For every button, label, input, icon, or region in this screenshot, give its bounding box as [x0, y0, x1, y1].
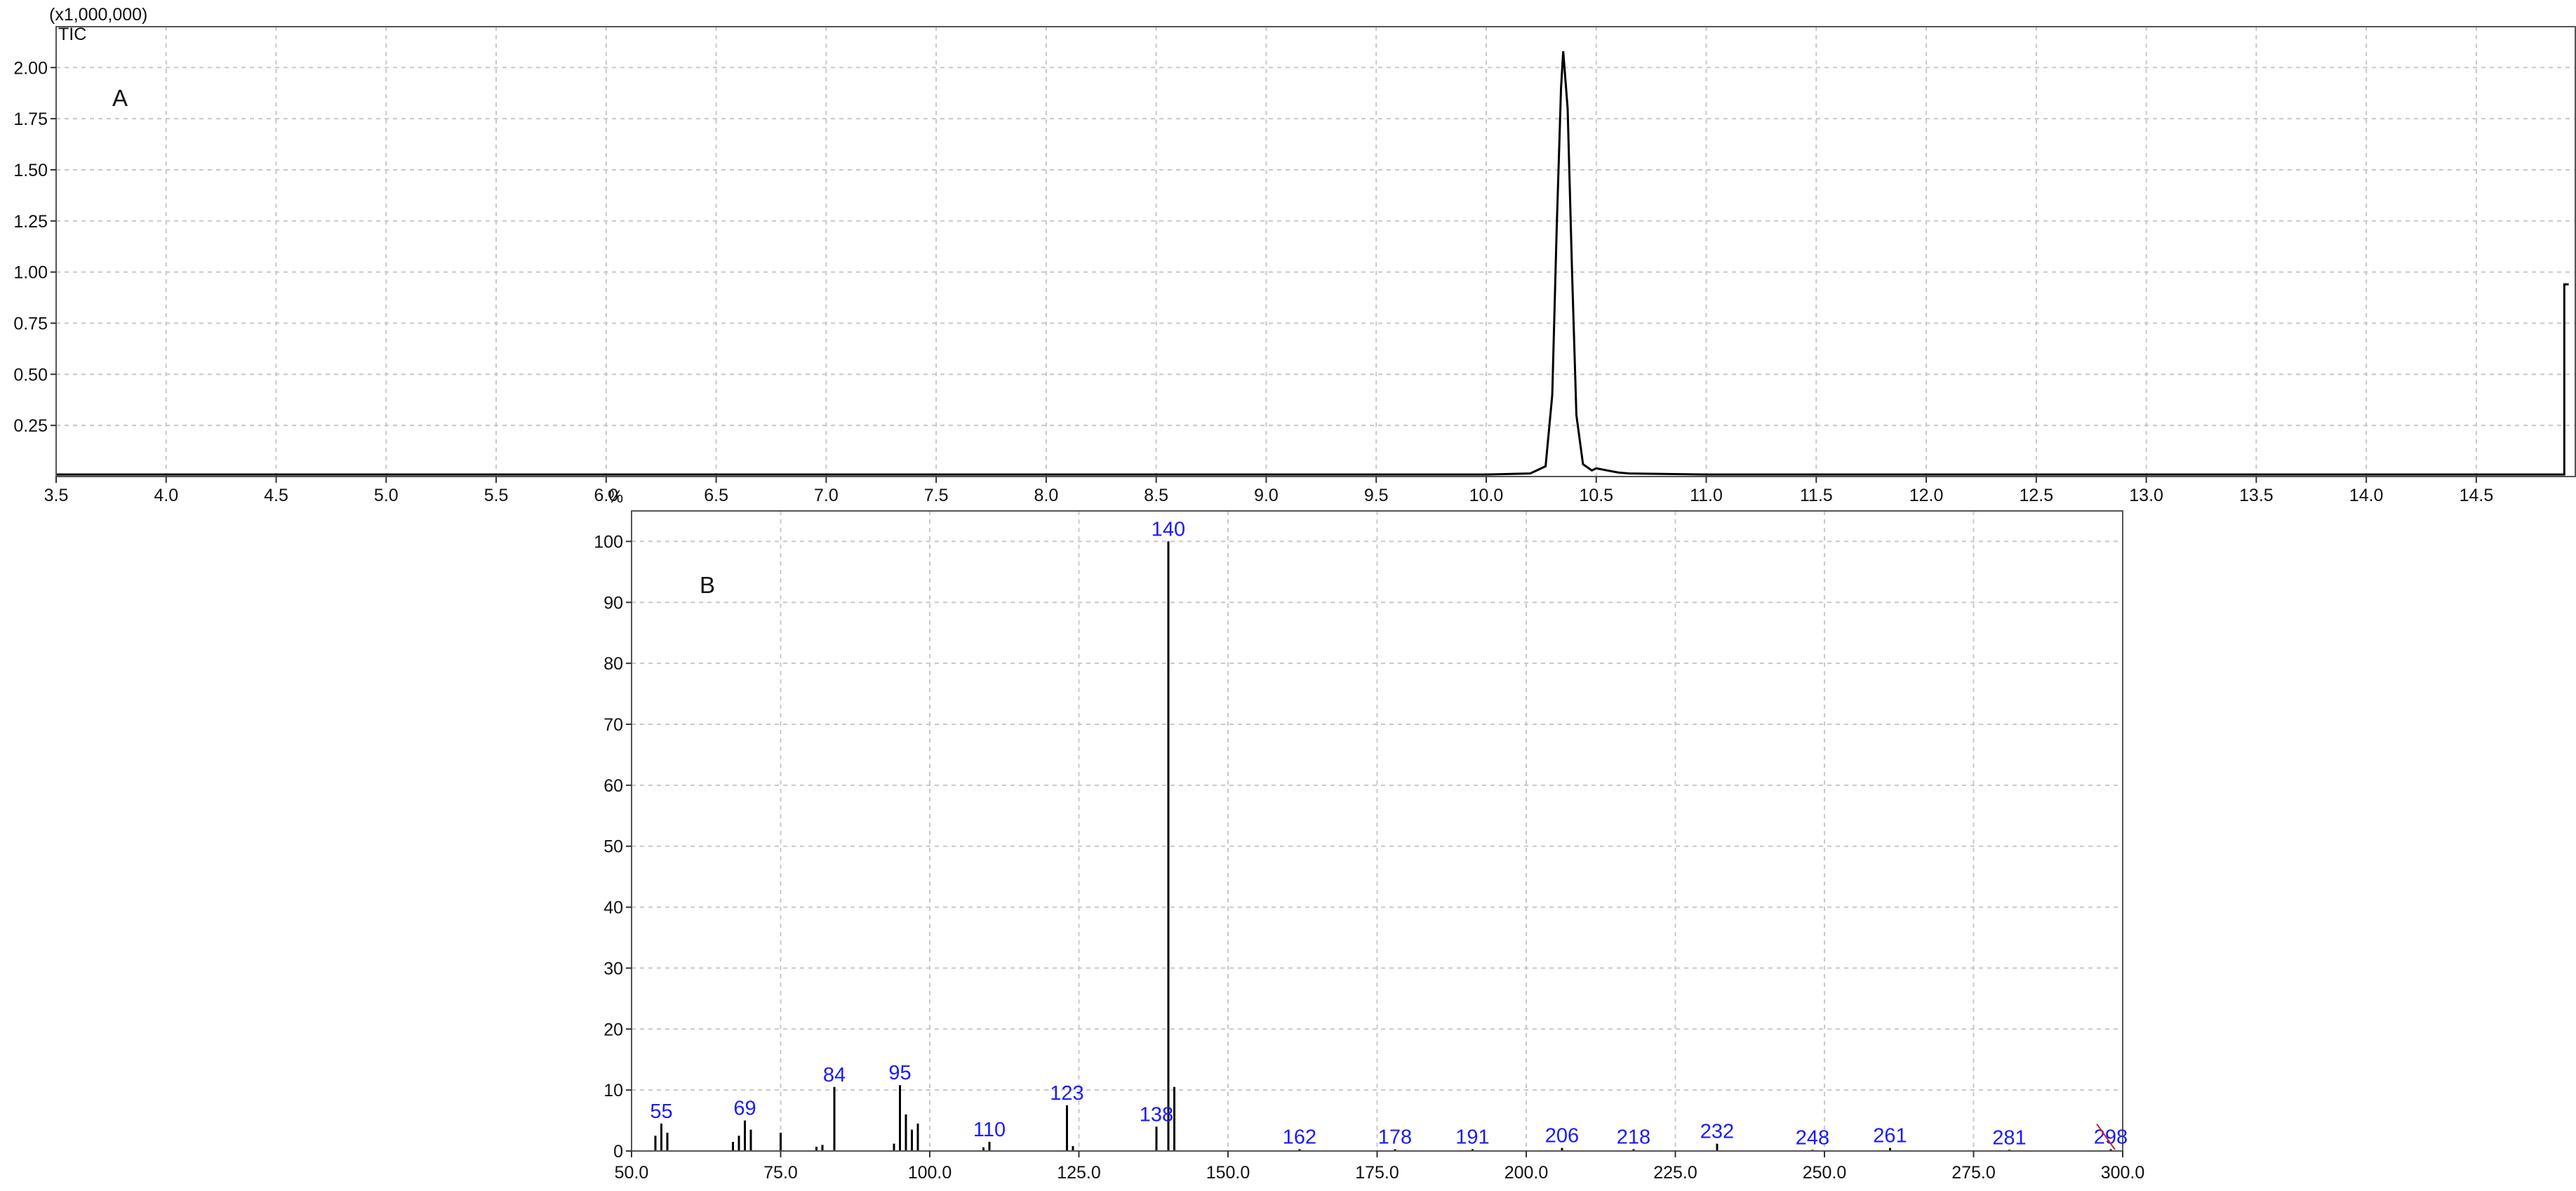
- grid: [55, 27, 2575, 477]
- y-tick-label: 20: [603, 1020, 623, 1039]
- x-tick-label: 5.0: [374, 486, 399, 505]
- x-tick-label: 4.0: [154, 486, 178, 505]
- tic-trace: [56, 51, 2569, 476]
- peak-label: 69: [733, 1098, 756, 1120]
- chromatogram-panel: (x1,000,000) TIC 3.5 4.0 4.5 5.0 5.5 6.0 6.5 7.…: [13, 5, 2576, 505]
- chart-canvas: (x1,000,000) TIC 3.5 4.0 4.5 5.0 5.5 6.0 6.5 7.…: [13, 5, 2576, 1183]
- x-tick-label: 14.0: [2349, 486, 2384, 505]
- peak-label: 261: [1873, 1125, 1907, 1147]
- y-tick-label: 1.00: [13, 263, 48, 283]
- x-axis: 50.0 75.0 100.0 125.0 150.0 175.0 200.0 225.0 25…: [615, 1151, 2145, 1183]
- x-tick-label: 75.0: [763, 1163, 798, 1183]
- peak-label: 55: [650, 1100, 672, 1123]
- y-unit-label: %: [608, 487, 623, 507]
- x-tick-label: 3.5: [44, 486, 69, 505]
- y-tick-label: 10: [603, 1081, 623, 1100]
- x-tick-label: 6.5: [704, 486, 728, 505]
- x-tick-label: 13.0: [2129, 486, 2163, 505]
- peak-label: 140: [1152, 518, 1185, 540]
- x-tick-label: 11.0: [1690, 486, 1723, 505]
- x-tick-label: 175.0: [1355, 1163, 1399, 1183]
- y-tick-label: 40: [603, 898, 623, 918]
- y-tick-label: 1.75: [13, 109, 48, 129]
- peak-label: 281: [1992, 1126, 2026, 1149]
- y-tick-label: 0.25: [13, 416, 48, 436]
- y-axis: 0.25 0.50 0.75 1.00 1.25 1.50 1.75 2.00: [13, 58, 56, 436]
- trace-label: TIC: [58, 25, 86, 44]
- x-tick-label: 4.5: [264, 486, 288, 505]
- grid: [631, 511, 2123, 1152]
- peak-label: 138: [1140, 1103, 1173, 1126]
- x-tick-label: 12.5: [2019, 486, 2053, 505]
- peak-label: 232: [1700, 1121, 1734, 1143]
- peak-label: 178: [1378, 1126, 1412, 1148]
- y-tick-label: 60: [603, 776, 623, 796]
- y-tick-label: 80: [603, 654, 623, 674]
- peak-label: 162: [1283, 1126, 1316, 1148]
- x-tick-label: 7.0: [814, 486, 839, 505]
- x-tick-label: 5.5: [484, 486, 509, 505]
- peak-labels: 55 69 84 95 110 123 138 140 162 178 191 206 218 232 24…: [650, 518, 2128, 1150]
- y-tick-label: 1.50: [13, 161, 48, 180]
- x-tick-label: 11.5: [1800, 486, 1833, 505]
- y-tick-label: 0: [613, 1142, 623, 1162]
- panel-label-a: A: [112, 85, 128, 111]
- x-tick-label: 200.0: [1504, 1163, 1549, 1183]
- peak-label: 298: [2094, 1126, 2128, 1148]
- y-tick-label: 1.25: [13, 212, 48, 232]
- y-tick-label: 90: [603, 593, 623, 613]
- x-tick-label: 275.0: [1951, 1163, 1996, 1183]
- x-tick-label: 8.0: [1034, 486, 1059, 505]
- y-tick-label: 0.75: [13, 314, 48, 333]
- peak-label: 123: [1050, 1082, 1083, 1105]
- x-tick-label: 10.5: [1579, 486, 1613, 505]
- x-tick-label: 10.0: [1469, 486, 1504, 505]
- mass-spectrum-panel: % 50.0 75.0 100.0 125.0 150.0 175.0 200.0 225.0…: [594, 487, 2144, 1183]
- panel-label-b: B: [700, 572, 715, 598]
- y-tick-label: 0.50: [13, 365, 48, 385]
- y-tick-label: 50: [603, 837, 623, 857]
- x-tick-label: 125.0: [1057, 1163, 1101, 1183]
- peak-label: 95: [888, 1062, 911, 1084]
- peak-label: 84: [823, 1064, 846, 1086]
- y-tick-label: 70: [603, 715, 623, 735]
- y-tick-label: 2.00: [13, 58, 48, 78]
- x-tick-label: 300.0: [2101, 1163, 2145, 1183]
- x-tick-label: 150.0: [1206, 1163, 1250, 1183]
- peak-label: 206: [1545, 1125, 1579, 1147]
- x-tick-label: 9.0: [1254, 486, 1279, 505]
- y-multiplier-label: (x1,000,000): [49, 5, 147, 25]
- y-tick-label: 100: [594, 532, 623, 552]
- x-tick-label: 225.0: [1653, 1163, 1697, 1183]
- y-tick-label: 30: [603, 959, 623, 978]
- x-tick-label: 7.5: [924, 486, 949, 505]
- peak-label: 248: [1796, 1126, 1829, 1149]
- peak-label: 218: [1617, 1126, 1650, 1148]
- x-axis: 3.5 4.0 4.5 5.0 5.5 6.0 6.5 7.0 7.5 8.0 8.5 9.0 9.5 1…: [44, 477, 2494, 505]
- peak-label: 110: [973, 1119, 1006, 1141]
- x-tick-label: 13.5: [2239, 486, 2274, 505]
- x-tick-label: 9.5: [1364, 486, 1389, 505]
- x-tick-label: 50.0: [615, 1163, 649, 1183]
- x-tick-label: 12.0: [1909, 486, 1944, 505]
- plot-frame: [55, 26, 2576, 477]
- x-tick-label: 14.5: [2460, 486, 2494, 505]
- peak-label: 191: [1455, 1126, 1489, 1148]
- x-tick-label: 250.0: [1803, 1163, 1847, 1183]
- y-axis: 0 10 20 30 40 50 60 70 80 90 100: [594, 532, 632, 1162]
- x-tick-label: 8.5: [1144, 486, 1168, 505]
- x-tick-label: 100.0: [908, 1163, 952, 1183]
